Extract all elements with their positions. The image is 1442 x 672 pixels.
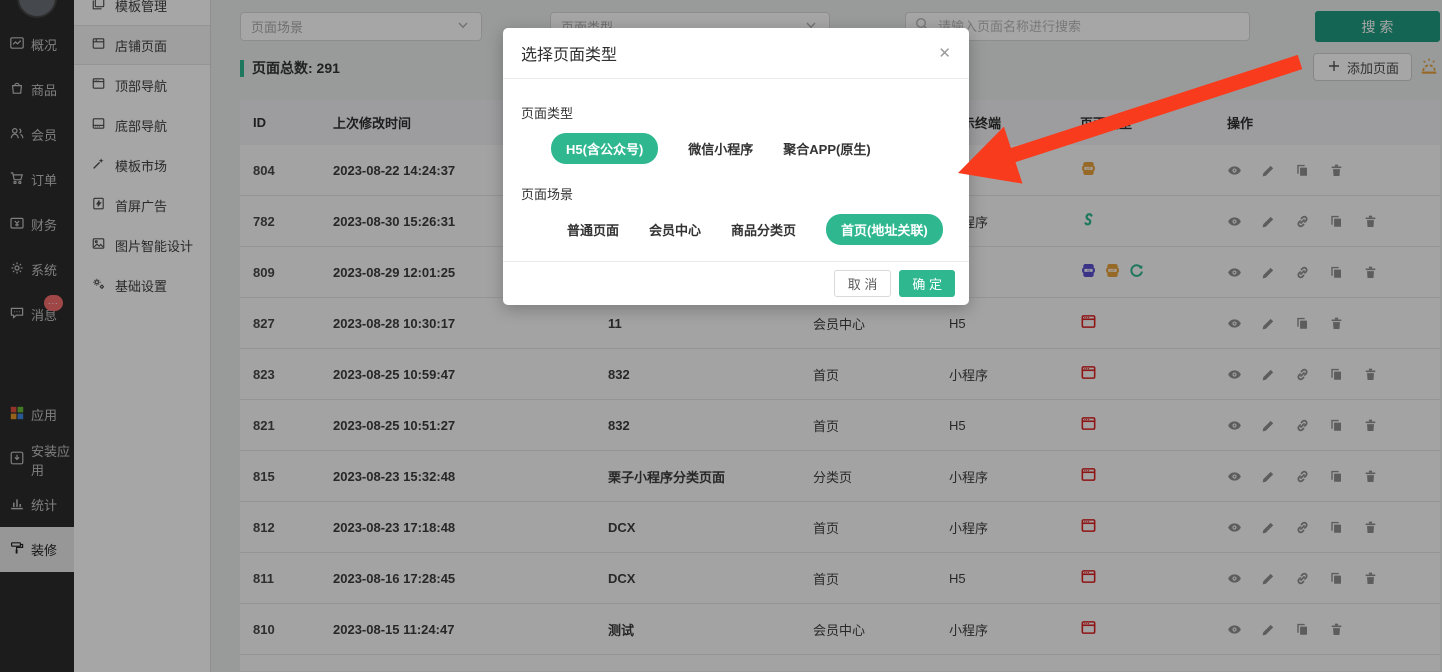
close-icon[interactable]: ✕ — [938, 44, 951, 62]
scene-option-0[interactable]: 普通页面 — [567, 220, 619, 239]
confirm-button[interactable]: 确 定 — [899, 270, 955, 297]
scene-option-1[interactable]: 会员中心 — [649, 220, 701, 239]
type-option-2[interactable]: 聚合APP(原生) — [783, 139, 870, 158]
modal-type-label: 页面类型 — [521, 103, 951, 122]
modal-title: 选择页面类型 — [521, 41, 617, 65]
modal-body: 页面类型 H5(含公众号) 微信小程序 聚合APP(原生) 页面场景 普通页面 会员中… — [503, 79, 969, 243]
type-options-row: H5(含公众号) 微信小程序 聚合APP(原生) — [521, 135, 951, 162]
modal-footer: 取 消 确 定 — [503, 261, 969, 305]
scene-option-2[interactable]: 商品分类页 — [731, 220, 796, 239]
type-option-0[interactable]: H5(含公众号) — [551, 133, 658, 164]
modal-header: 选择页面类型 ✕ — [503, 28, 969, 79]
scene-options-row: 普通页面 会员中心 商品分类页 首页(地址关联) — [521, 216, 951, 243]
scene-option-3[interactable]: 首页(地址关联) — [826, 214, 943, 245]
type-option-1[interactable]: 微信小程序 — [688, 139, 753, 158]
modal-scene-label: 页面场景 — [521, 184, 951, 203]
cancel-button[interactable]: 取 消 — [834, 270, 892, 297]
page-type-modal: 选择页面类型 ✕ 页面类型 H5(含公众号) 微信小程序 聚合APP(原生) 页面场… — [503, 28, 969, 305]
